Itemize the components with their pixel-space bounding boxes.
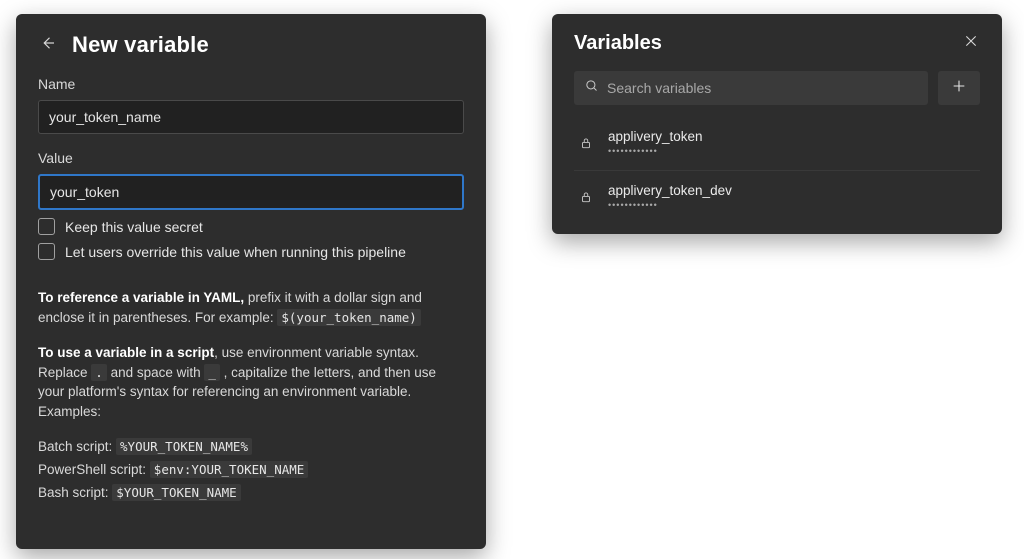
value-input[interactable] (38, 174, 464, 210)
variable-mask: •••••••••••• (608, 200, 732, 210)
value-field-block: Value (38, 150, 464, 210)
variable-mask: •••••••••••• (608, 146, 703, 156)
variable-name: applivery_token_dev (608, 183, 732, 198)
help-script-rest2: and space with (107, 365, 205, 380)
plus-icon (951, 78, 967, 99)
bash-line: Bash script: $YOUR_TOKEN_NAME (38, 483, 464, 504)
ps-code: $env:YOUR_TOKEN_NAME (150, 461, 309, 478)
variables-header: Variables (574, 32, 980, 55)
ps-line: PowerShell script: $env:YOUR_TOKEN_NAME (38, 460, 464, 481)
variables-panel: Variables (552, 14, 1002, 234)
add-variable-button[interactable] (938, 71, 980, 105)
help-script-bold: To use a variable in a script (38, 345, 214, 360)
batch-label: Batch script: (38, 439, 116, 454)
lock-icon (578, 135, 594, 151)
override-checkbox-row: Let users override this value when runni… (38, 243, 464, 260)
secret-checkbox-row: Keep this value secret (38, 218, 464, 235)
variable-text: applivery_token •••••••••••• (608, 129, 703, 156)
variables-list: applivery_token •••••••••••• applivery_t… (574, 117, 980, 224)
help-script-paragraph: To use a variable in a script, use envir… (38, 343, 464, 421)
back-button[interactable] (38, 35, 58, 55)
variables-title: Variables (574, 32, 662, 55)
secret-label: Keep this value secret (65, 219, 203, 235)
arrow-left-icon (39, 34, 57, 57)
help-text: To reference a variable in YAML, prefix … (38, 288, 464, 504)
help-yaml-paragraph: To reference a variable in YAML, prefix … (38, 288, 464, 327)
variable-row[interactable]: applivery_token_dev •••••••••••• (574, 170, 980, 224)
help-yaml-code: $(your_token_name) (277, 309, 420, 326)
close-icon (963, 33, 979, 54)
bash-label: Bash script: (38, 485, 112, 500)
override-checkbox[interactable] (38, 243, 55, 260)
help-script-dot: . (91, 364, 107, 381)
variable-name: applivery_token (608, 129, 703, 144)
panel-title: New variable (72, 32, 209, 58)
variable-row[interactable]: applivery_token •••••••••••• (574, 117, 980, 170)
batch-line: Batch script: %YOUR_TOKEN_NAME% (38, 437, 464, 458)
help-script-us: _ (204, 364, 220, 381)
variable-text: applivery_token_dev •••••••••••• (608, 183, 732, 210)
value-label: Value (38, 150, 464, 166)
variables-toolbar (574, 71, 980, 105)
bash-code: $YOUR_TOKEN_NAME (112, 484, 240, 501)
new-variable-panel: New variable Name Value Keep this value … (16, 14, 486, 549)
help-yaml-bold: To reference a variable in YAML, (38, 290, 244, 305)
secret-checkbox[interactable] (38, 218, 55, 235)
search-input[interactable] (607, 80, 918, 96)
close-button[interactable] (962, 35, 980, 53)
batch-code: %YOUR_TOKEN_NAME% (116, 438, 252, 455)
lock-icon (578, 189, 594, 205)
name-label: Name (38, 76, 464, 92)
search-icon (584, 78, 599, 98)
name-field-block: Name (38, 76, 464, 134)
name-input[interactable] (38, 100, 464, 134)
new-variable-header: New variable (38, 32, 464, 58)
search-wrap[interactable] (574, 71, 928, 105)
override-label: Let users override this value when runni… (65, 244, 406, 260)
ps-label: PowerShell script: (38, 462, 150, 477)
script-examples: Batch script: %YOUR_TOKEN_NAME% PowerShe… (38, 437, 464, 504)
